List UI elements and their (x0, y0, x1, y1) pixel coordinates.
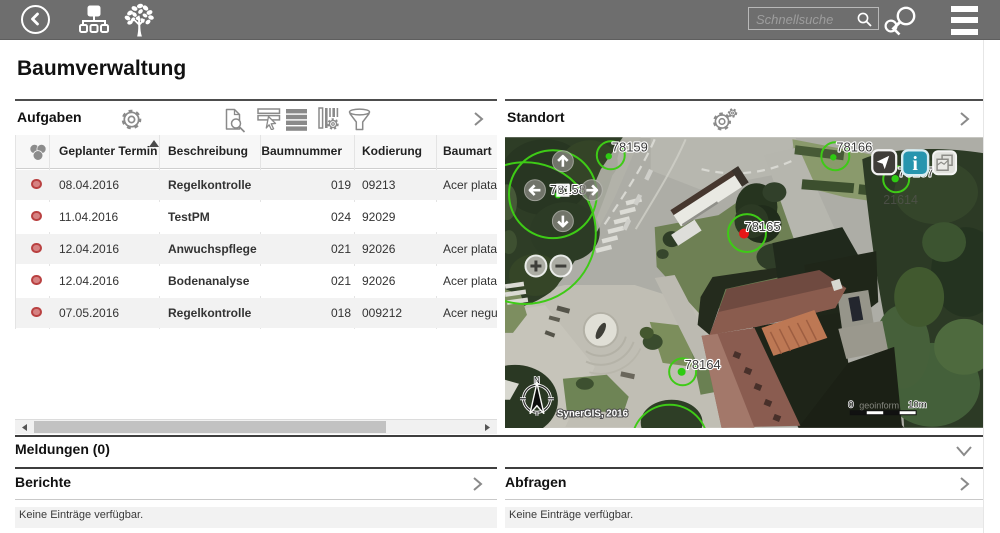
svg-text:SynerGIS, 2016: SynerGIS, 2016 (557, 409, 629, 420)
svg-text:i: i (912, 153, 918, 175)
svg-text:10m: 10m (908, 400, 927, 411)
svg-text:N: N (534, 376, 540, 385)
svg-text:21614: 21614 (883, 193, 918, 207)
svg-text:78166: 78166 (836, 139, 872, 154)
svg-text:geoinform: geoinform (859, 401, 899, 411)
svg-text:0: 0 (848, 400, 853, 411)
svg-text:78159: 78159 (612, 139, 648, 154)
svg-text:78165: 78165 (745, 219, 781, 234)
svg-text:78164: 78164 (685, 357, 721, 372)
